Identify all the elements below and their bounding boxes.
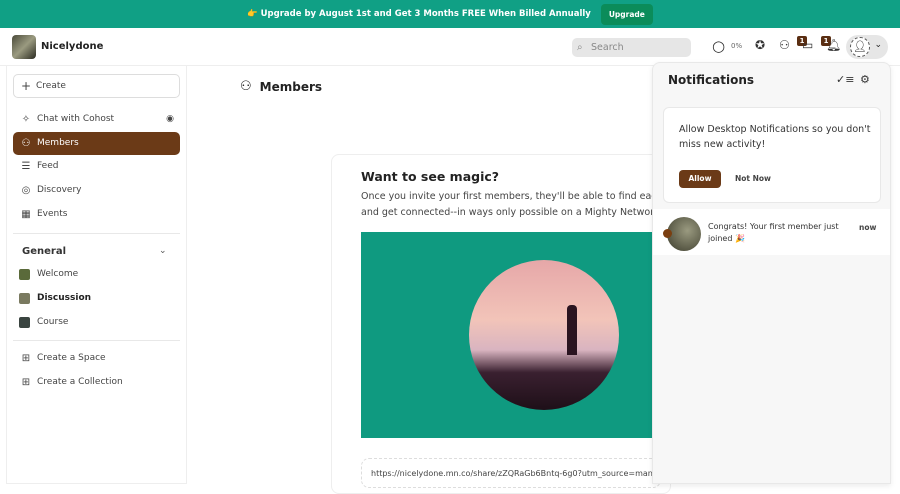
avatar <box>667 217 701 251</box>
bell-icon[interactable]: 🔔︎ <box>826 38 841 52</box>
not-now-button[interactable]: Not Now <box>735 170 771 188</box>
calendar-icon: ▦ <box>21 209 31 220</box>
network-logo[interactable] <box>12 35 36 59</box>
space-course[interactable]: Course <box>13 311 180 334</box>
search-input[interactable]: ⌕ Search <box>572 38 691 57</box>
space-thumbnail <box>19 269 30 280</box>
avatar-icon: 👤︎ <box>850 37 870 57</box>
card-text-line: and get connected--in ways only possible… <box>361 206 663 218</box>
sunset-image <box>469 260 619 410</box>
sparkle-icon: ✧ <box>21 114 31 125</box>
banner-text: 👉 Upgrade by August 1st and Get 3 Months… <box>247 9 591 19</box>
space-thumbnail <box>19 317 30 328</box>
members-icon: ⚇ <box>21 138 31 149</box>
invite-card: Want to see magic? Once you invite your … <box>331 154 691 494</box>
section-general[interactable]: General <box>22 246 66 257</box>
compass-icon: ◎ <box>21 185 31 196</box>
profile-menu-button[interactable]: 👤︎ ⌄ <box>846 35 888 59</box>
divider <box>13 340 180 341</box>
create-button[interactable]: + Create <box>13 74 180 98</box>
sidebar-item-events[interactable]: ▦ Events <box>13 203 180 226</box>
allow-button[interactable]: Allow <box>679 170 721 188</box>
space-welcome[interactable]: Welcome <box>13 263 180 286</box>
gear-icon[interactable]: ⚙ <box>860 73 870 86</box>
space-label: Welcome <box>37 269 79 279</box>
search-placeholder: Search <box>591 42 624 53</box>
upgrade-banner: 👉 Upgrade by August 1st and Get 3 Months… <box>0 0 900 28</box>
card-title: Want to see magic? <box>361 169 500 184</box>
card-text-line: Once you invite your first members, they… <box>361 191 691 202</box>
sidebar-item-discovery[interactable]: ◎ Discovery <box>13 179 180 202</box>
page-title: ⚇ Members <box>240 79 322 94</box>
plus-square-icon: ⊞ <box>21 353 31 364</box>
sidebar-item-label: Members <box>37 138 79 148</box>
prompt-text: Allow Desktop Notifications so you don't… <box>679 124 871 150</box>
sidebar-item-label: Discovery <box>37 185 82 195</box>
chevron-down-icon: ⌄ <box>874 40 882 50</box>
plus-icon: + <box>21 79 32 93</box>
chat-icon[interactable]: ▭ <box>802 38 813 52</box>
create-collection-label: Create a Collection <box>37 377 123 387</box>
sidebar-item-chat-with-cohost[interactable]: ✧ Chat with Cohost ◉ <box>13 108 180 131</box>
create-collection-button[interactable]: ⊞ Create a Collection <box>13 371 180 394</box>
sidebar-item-members[interactable]: ⚇ Members <box>13 132 180 155</box>
search-icon: ⌕ <box>577 42 583 53</box>
space-label: Discussion <box>37 293 92 303</box>
create-space-label: Create a Space <box>37 353 106 363</box>
sidebar-item-label: Events <box>37 209 68 219</box>
star-badge-icon[interactable]: ✪ <box>755 38 765 52</box>
page-title-text: Members <box>259 79 323 94</box>
mark-all-read-icon[interactable]: ✓≡ <box>836 73 854 86</box>
space-label: Course <box>37 317 69 327</box>
card-text: Once you invite your first members, they… <box>361 189 691 220</box>
sidebar: + Create ✧ Chat with Cohost ◉ ⚇ Members ☰ Fee… <box>6 66 187 484</box>
notification-text: Congrats! Your first member just joined … <box>708 222 839 243</box>
person-silhouette <box>567 305 577 355</box>
progress-value: 0% <box>731 42 743 50</box>
divider <box>13 233 180 234</box>
eye-icon[interactable]: ◉ <box>166 108 174 131</box>
sidebar-item-feed[interactable]: ☰ Feed <box>13 155 180 178</box>
progress-ring-icon[interactable]: ○ <box>712 37 725 55</box>
header: Nicelydone ⌕ Search ○ 0% ✪ ⚇ 1 ▭ 1 🔔︎ 👤︎ ⌄ <box>0 28 900 66</box>
upgrade-button[interactable]: Upgrade <box>600 3 653 25</box>
create-label: Create <box>36 81 66 91</box>
sidebar-item-label: Chat with Cohost <box>37 114 115 124</box>
notifications-title: Notifications <box>668 73 755 87</box>
notification-time: now <box>859 223 877 232</box>
sidebar-item-label: Feed <box>37 161 59 171</box>
unread-dot <box>663 229 672 238</box>
space-discussion[interactable]: Discussion <box>13 287 180 310</box>
members-icon: ⚇ <box>240 79 252 94</box>
notifications-panel: Notifications ✓≡ ⚙ Allow Desktop Notific… <box>652 62 891 484</box>
magic-illustration <box>361 232 661 438</box>
plus-square-icon: ⊞ <box>21 377 31 388</box>
chevron-down-icon[interactable]: ⌄ <box>159 246 167 256</box>
create-space-button[interactable]: ⊞ Create a Space <box>13 347 180 370</box>
network-name[interactable]: Nicelydone <box>41 41 103 52</box>
space-thumbnail <box>19 293 30 304</box>
invite-member-icon[interactable]: ⚇ <box>779 38 790 52</box>
desktop-notifications-prompt: Allow Desktop Notifications so you don't… <box>663 107 881 203</box>
feed-icon: ☰ <box>21 161 31 172</box>
notification-item[interactable]: Congrats! Your first member just joined … <box>653 209 890 255</box>
